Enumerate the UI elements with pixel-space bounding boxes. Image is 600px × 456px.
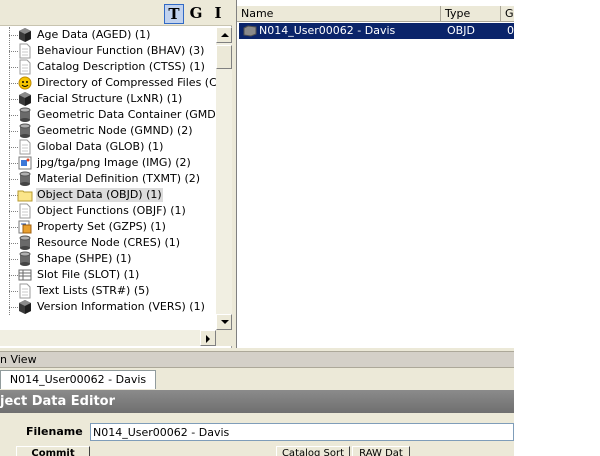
list-row[interactable]: N014_User00062 - Davis OBJD 0x xyxy=(239,23,517,39)
tree-item[interactable]: Material Definition (TXMT) (2) xyxy=(0,171,216,187)
tree-item[interactable]: Behaviour Function (BHAV) (3) xyxy=(0,43,216,59)
tree-item-label: Material Definition (TXMT) (2) xyxy=(37,172,201,185)
tree-toolbar: T G I xyxy=(0,0,232,26)
tree-item[interactable]: Slot File (SLOT) (1) xyxy=(0,267,216,283)
image-icon xyxy=(17,155,33,171)
tree-item[interactable]: Text Lists (STR#) (5) xyxy=(0,283,216,299)
scroll-thumb[interactable] xyxy=(216,45,232,69)
column-header-type[interactable]: Type xyxy=(441,6,501,22)
editor-title: ject Data Editor xyxy=(0,390,514,413)
plugin-view-area: n View N014_User00062 - Davis ject Data … xyxy=(0,348,514,456)
document-icon xyxy=(17,203,33,219)
tree-item-label: Version Information (VERS) (1) xyxy=(37,300,205,313)
tree-item[interactable]: Catalog Description (CTSS) (1) xyxy=(0,59,216,75)
column-header-group[interactable]: G xyxy=(501,6,515,22)
tree-item-label: Directory of Compressed Files (CLST) xyxy=(37,76,216,89)
document-icon xyxy=(17,283,33,299)
scroll-right-button[interactable] xyxy=(200,330,216,346)
tree-item-label: Slot File (SLOT) (1) xyxy=(37,268,140,281)
arrow-up-icon xyxy=(221,33,229,37)
cylinder-icon xyxy=(17,107,33,123)
tree-item[interactable]: Object Functions (OBJF) (1) xyxy=(0,203,216,219)
tree-item-label: Facial Structure (LxNR) (1) xyxy=(37,92,183,105)
column-header-name[interactable]: Name xyxy=(237,6,441,22)
row-name: N014_User00062 - Davis xyxy=(259,24,396,37)
tree-item-label: Age Data (AGED) (1) xyxy=(37,28,151,41)
list-header: Name Type G xyxy=(237,6,515,22)
cube-icon xyxy=(17,91,33,107)
cylinder-icon xyxy=(17,171,33,187)
tree-item[interactable]: Facial Structure (LxNR) (1) xyxy=(0,91,216,107)
tree-item[interactable]: Property Set (GZPS) (1) xyxy=(0,219,216,235)
tree-item-label: Geometric Data Container (GMDC) (4 xyxy=(37,108,216,121)
object-icon xyxy=(243,25,257,37)
tree-horizontal-scrollbar[interactable] xyxy=(0,330,216,346)
arrow-right-icon xyxy=(206,335,210,343)
commit-button[interactable]: Commit xyxy=(16,446,90,456)
tree-item-label: Resource Node (CRES) (1) xyxy=(37,236,181,249)
filename-label: Filename xyxy=(26,425,83,438)
resource-tree-panel: T G I Age Data (AGED) (1) Behaviour Funct… xyxy=(0,0,232,348)
resource-tree[interactable]: Age Data (AGED) (1) Behaviour Function (B… xyxy=(0,27,216,329)
tree-item[interactable]: Object Data (OBJD) (1) xyxy=(0,187,216,203)
cylinder-icon xyxy=(17,123,33,139)
tree-item[interactable]: Geometric Data Container (GMDC) (4 xyxy=(0,107,216,123)
property-icon xyxy=(17,219,33,235)
tree-vertical-scrollbar[interactable] xyxy=(216,27,232,330)
tree-item-label: Object Functions (OBJF) (1) xyxy=(37,204,186,217)
tree-item[interactable]: Version Information (VERS) (1) xyxy=(0,299,216,315)
tree-item[interactable]: Shape (SHPE) (1) xyxy=(0,251,216,267)
cube-icon xyxy=(17,299,33,315)
tab-resource[interactable]: N014_User00062 - Davis xyxy=(0,370,156,389)
scroll-corner xyxy=(216,330,232,346)
instance-view-button[interactable]: I xyxy=(208,4,228,24)
tree-item-label: Text Lists (STR#) (5) xyxy=(37,284,150,297)
catalog-sort-button[interactable]: Catalog Sort xyxy=(276,446,350,456)
document-icon xyxy=(17,59,33,75)
tree-item-label: Geometric Node (GMND) (2) xyxy=(37,124,193,137)
folder-icon xyxy=(17,187,33,203)
cube-icon xyxy=(17,27,33,43)
arrow-down-icon xyxy=(221,320,229,324)
document-icon xyxy=(17,43,33,59)
blank-region xyxy=(514,0,600,456)
cylinder-icon xyxy=(17,251,33,267)
filename-input[interactable] xyxy=(90,423,514,441)
tree-item-label: Shape (SHPE) (1) xyxy=(37,252,132,265)
tree-item[interactable]: jpg/tga/png Image (IMG) (2) xyxy=(0,155,216,171)
scroll-down-button[interactable] xyxy=(216,314,232,330)
plugin-view-header: n View xyxy=(0,351,514,368)
document-icon xyxy=(17,139,33,155)
smiley-icon xyxy=(17,75,33,91)
tree-item-label: jpg/tga/png Image (IMG) (2) xyxy=(37,156,191,169)
tree-item[interactable]: Resource Node (CRES) (1) xyxy=(0,235,216,251)
group-view-button[interactable]: G xyxy=(186,4,206,24)
scroll-up-button[interactable] xyxy=(216,27,232,43)
tree-item[interactable]: Global Data (GLOB) (1) xyxy=(0,139,216,155)
tree-item[interactable]: Geometric Node (GMND) (2) xyxy=(0,123,216,139)
tree-item[interactable]: Age Data (AGED) (1) xyxy=(0,27,216,43)
tree-item[interactable]: Directory of Compressed Files (CLST) xyxy=(0,75,216,91)
tree-item-label: Object Data (OBJD) (1) xyxy=(36,188,163,202)
tree-item-label: Property Set (GZPS) (1) xyxy=(37,220,166,233)
tree-item-label: Global Data (GLOB) (1) xyxy=(37,140,164,153)
tree-item-label: Behaviour Function (BHAV) (3) xyxy=(37,44,205,57)
row-type: OBJD xyxy=(447,24,475,37)
cylinder-icon xyxy=(17,235,33,251)
tree-item-label: Catalog Description (CTSS) (1) xyxy=(37,60,205,73)
raw-data-button[interactable]: RAW Dat xyxy=(352,446,410,456)
resource-list-panel: Name Type G N014_User00062 - Davis OBJD … xyxy=(236,0,517,348)
grid-icon xyxy=(17,267,33,283)
type-view-button[interactable]: T xyxy=(164,4,184,24)
